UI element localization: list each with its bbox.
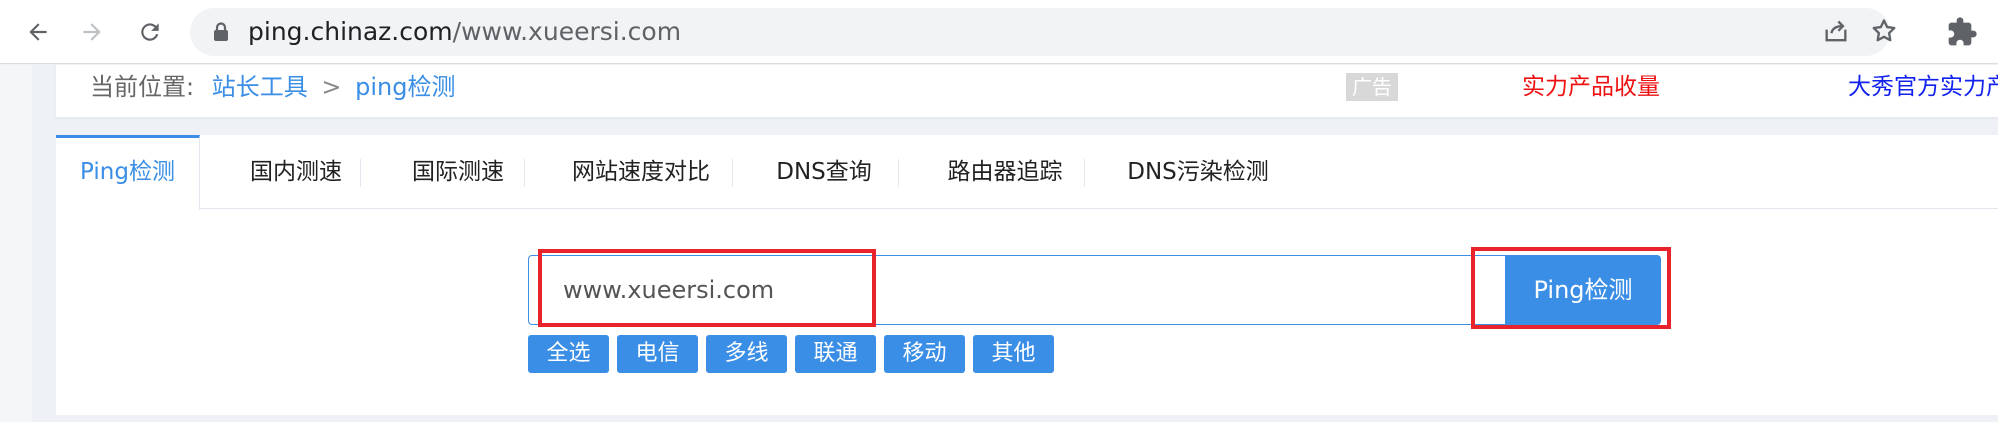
browser-toolbar: ping.chinaz.com/www.xueersi.com — [0, 0, 1998, 64]
url-text: ping.chinaz.com/www.xueersi.com — [248, 18, 681, 46]
filter-other[interactable]: 其他 — [973, 335, 1054, 373]
tool-tabs: Ping检测 国内测速 国际测速 网站速度对比 DNS查询 路由器追踪 DNS污… — [56, 135, 1998, 210]
url-host: ping.chinaz.com — [248, 17, 453, 46]
tab-dns-query[interactable]: DNS查询 — [752, 135, 896, 209]
filter-mobile[interactable]: 移动 — [884, 335, 965, 373]
tab-divider — [524, 159, 525, 187]
ad-link-blue[interactable]: 大秀官方实力产品无 — [1848, 71, 1998, 103]
filter-multiline[interactable]: 多线 — [706, 335, 787, 373]
input-highlight-box — [538, 249, 876, 327]
breadcrumb-separator: > — [321, 73, 342, 101]
filter-select-all[interactable]: 全选 — [528, 335, 609, 373]
lock-icon[interactable] — [212, 22, 230, 42]
button-highlight-box — [1471, 247, 1671, 329]
page-content: 当前位置: 站长工具 > ping检测 广告 实力产品收量 大秀官方实力产品无 … — [0, 65, 1998, 422]
filter-unicom[interactable]: 联通 — [795, 335, 876, 373]
reload-icon[interactable] — [132, 14, 168, 50]
breadcrumb: 当前位置: 站长工具 > ping检测 — [90, 71, 455, 103]
address-bar[interactable]: ping.chinaz.com/www.xueersi.com — [190, 8, 1896, 56]
breadcrumb-root-link[interactable]: 站长工具 — [212, 73, 308, 101]
breadcrumb-current-link[interactable]: ping检测 — [355, 73, 455, 101]
forward-icon[interactable] — [74, 14, 110, 50]
ad-link-red[interactable]: 实力产品收量 — [1522, 71, 1660, 103]
tab-traceroute[interactable]: 路由器追踪 — [922, 135, 1088, 209]
left-gutter — [0, 65, 32, 422]
back-icon[interactable] — [20, 14, 56, 50]
star-icon[interactable] — [1870, 17, 1898, 45]
url-path: /www.xueersi.com — [452, 17, 682, 46]
tool-panel: Ping检测 国内测速 国际测速 网站速度对比 DNS查询 路由器追踪 DNS污… — [56, 135, 1998, 415]
tab-ping[interactable]: Ping检测 — [56, 135, 200, 210]
tab-international-speed[interactable]: 国际测速 — [386, 135, 530, 209]
tab-speed-compare[interactable]: 网站速度对比 — [546, 135, 736, 209]
tab-domestic-speed[interactable]: 国内测速 — [224, 135, 368, 209]
filter-telecom[interactable]: 电信 — [617, 335, 698, 373]
share-icon[interactable] — [1822, 18, 1850, 46]
extensions-icon[interactable] — [1946, 16, 1978, 48]
tab-divider — [732, 159, 733, 187]
breadcrumb-prefix: 当前位置: — [90, 73, 195, 101]
breadcrumb-bar: 当前位置: 站长工具 > ping检测 广告 实力产品收量 大秀官方实力产品无 — [56, 65, 1998, 117]
ad-badge: 广告 — [1346, 73, 1398, 101]
tab-divider — [360, 159, 361, 187]
tab-divider — [898, 159, 899, 187]
tab-dns-pollution[interactable]: DNS污染检测 — [1106, 135, 1290, 209]
tab-divider — [1084, 159, 1085, 187]
